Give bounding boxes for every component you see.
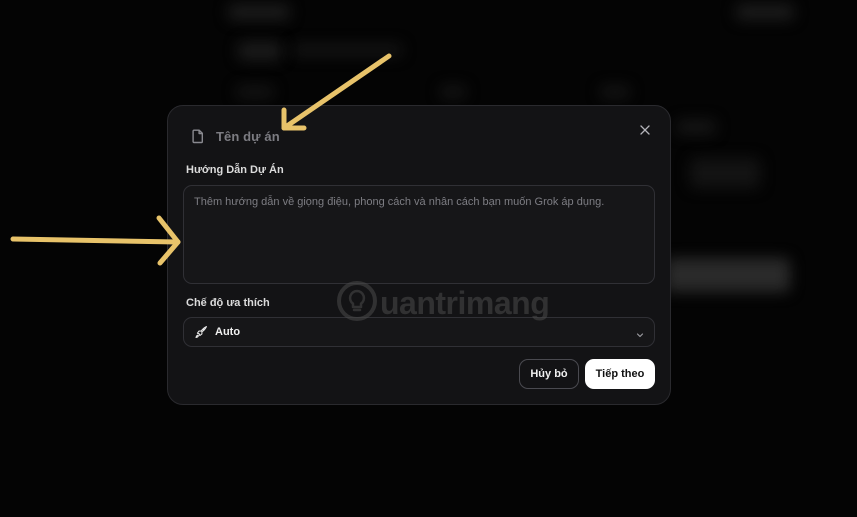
close-button[interactable] [636,122,654,140]
close-icon [640,122,650,140]
project-name-input[interactable]: Tên dự án [216,129,280,144]
chevron-down-icon [635,327,645,338]
cancel-button[interactable]: Hủy bỏ [519,359,579,389]
dialog-header: Tên dự án [190,128,280,144]
mode-select[interactable]: Auto [183,317,655,347]
next-button[interactable]: Tiếp theo [585,359,655,389]
create-project-dialog: Tên dự án Hướng Dẫn Dự Án Chế độ ưa thíc… [167,105,671,405]
mode-value: Auto [215,326,241,338]
rocket-icon [194,325,208,339]
screen: Tên dự án Hướng Dẫn Dự Án Chế độ ưa thíc… [0,0,857,517]
mode-label: Chế độ ưa thích [186,297,270,309]
instructions-textarea[interactable] [183,185,655,284]
instructions-label: Hướng Dẫn Dự Án [186,164,284,176]
file-icon [190,128,206,144]
arrow-to-instructions [10,215,181,266]
